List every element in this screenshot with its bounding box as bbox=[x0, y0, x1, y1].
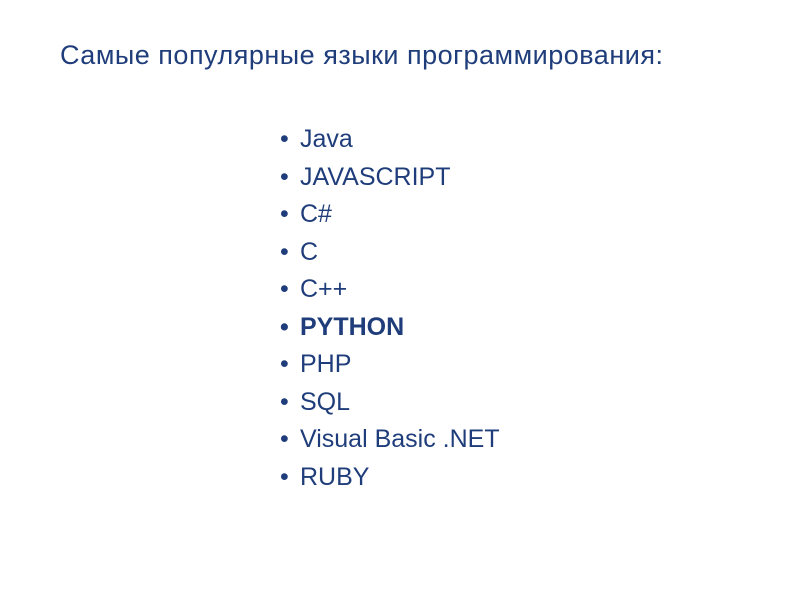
slide-title: Самые популярные языки программирования: bbox=[60, 40, 740, 71]
list-item: C# bbox=[280, 196, 740, 234]
slide: Самые популярные языки программирования:… bbox=[0, 0, 800, 600]
list-item-highlighted: PYTHON bbox=[280, 309, 740, 347]
list-item: PHP bbox=[280, 346, 740, 384]
list-item: C bbox=[280, 234, 740, 272]
language-list: Java JAVASCRIPT C# C C++ PYTHON PHP SQL … bbox=[280, 121, 740, 496]
list-item: C++ bbox=[280, 271, 740, 309]
list-item: JAVASCRIPT bbox=[280, 159, 740, 197]
list-item: SQL bbox=[280, 384, 740, 422]
list-item: Visual Basic .NET bbox=[280, 421, 740, 459]
list-item: Java bbox=[280, 121, 740, 159]
list-item: RUBY bbox=[280, 459, 740, 497]
